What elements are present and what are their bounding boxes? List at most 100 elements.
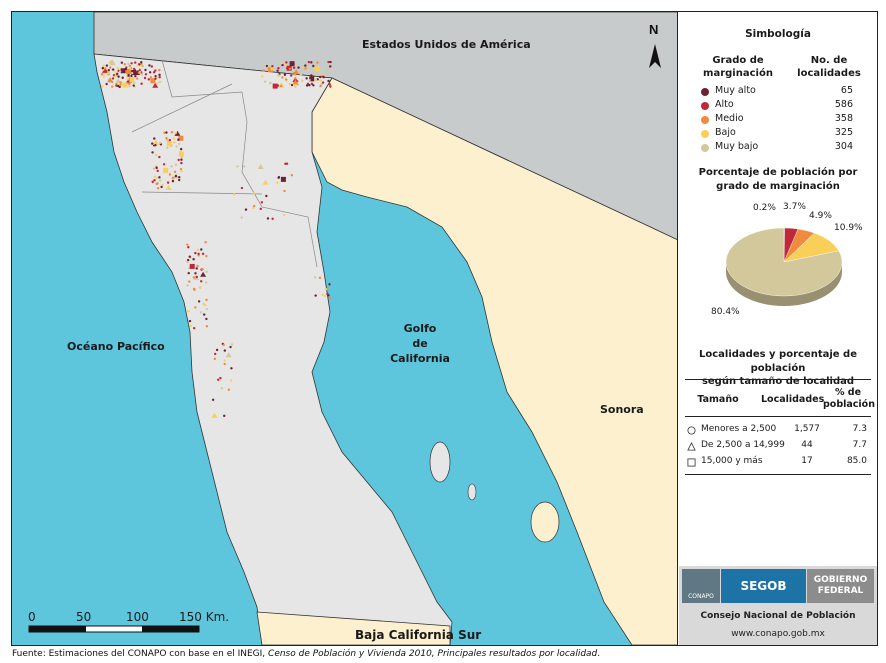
locality-dot: [115, 84, 118, 87]
gobierno-line2: FEDERAL: [817, 585, 864, 596]
locality-dot: [154, 77, 157, 80]
triangle-icon: [687, 442, 696, 451]
legend-item: Medio 358: [701, 113, 861, 126]
locality-dot: [277, 66, 280, 70]
locality-dot: [168, 173, 172, 176]
locality-dot: [158, 73, 161, 77]
locality-square: [280, 176, 286, 182]
locality-dot: [308, 84, 311, 87]
locality-dot: [263, 80, 267, 83]
locality-dot: [151, 180, 154, 184]
locality-dot: [324, 288, 328, 291]
locality-dot: [153, 137, 156, 140]
locality-dot: [329, 65, 332, 68]
locality-dot: [106, 72, 110, 75]
locality-dot: [189, 324, 192, 328]
locality-dot: [111, 80, 114, 84]
logo-box: CONAPO SEGOB GOBIERNO FEDERAL Consejo Na…: [679, 566, 877, 645]
locality-dot: [180, 158, 183, 161]
locality-dot: [180, 156, 183, 159]
legend-title: Simbología: [745, 28, 811, 40]
circle-icon: [687, 426, 696, 435]
locality-dot: [203, 303, 207, 307]
locality-dot: [116, 72, 119, 76]
locality-dot: [259, 207, 262, 211]
locality-dot: [154, 144, 157, 147]
table-header-pct: % de población: [823, 387, 875, 412]
locality-square: [272, 83, 278, 89]
table-header-loc: Localidades: [761, 394, 825, 405]
label-gulf-line3: California: [390, 351, 450, 365]
locality-dot: [165, 137, 168, 140]
gobierno-line1: GOBIERNO: [813, 575, 868, 585]
locality-dot: [123, 63, 127, 66]
locality-dot: [328, 62, 332, 66]
locality-dot: [314, 294, 317, 297]
map-area: N Estados Unidos de América Océano Pacíf…: [12, 12, 678, 645]
label-usa: Estados Unidos de América: [362, 38, 531, 51]
legend-dot-icon: [701, 88, 709, 96]
locality-dot: [186, 243, 189, 246]
locality-dot: [160, 185, 163, 189]
legend-item: Alto 586: [701, 99, 861, 112]
table-cell-pct: 85.0: [846, 456, 867, 466]
locality-dot: [104, 67, 107, 70]
conapo-url[interactable]: www.conapo.gob.mx: [679, 629, 877, 639]
locality-dot: [158, 68, 161, 72]
locality-dot: [101, 85, 104, 88]
locality-dot: [310, 61, 313, 64]
legend-item: Muy alto 65: [701, 85, 861, 98]
table-rule-bottom: [685, 474, 871, 475]
locality-dot: [230, 343, 234, 346]
locality-dot: [153, 175, 156, 178]
legend-col2-header: No. de localidades: [789, 54, 869, 80]
locality-dot: [117, 75, 120, 78]
locality-dot: [320, 83, 323, 86]
locality-dot: [179, 150, 182, 153]
locality-dot: [201, 252, 205, 256]
locality-dot: [153, 178, 156, 182]
locality-dot: [307, 68, 311, 71]
segob-logo: SEGOB: [721, 569, 806, 603]
locality-dot: [144, 73, 148, 76]
locality-dot: [197, 252, 200, 255]
locality-dot: [177, 158, 180, 162]
locality-dot: [202, 313, 206, 316]
locality-dot: [155, 177, 159, 180]
locality-dot: [188, 280, 191, 283]
locality-dot: [195, 275, 199, 279]
legend-col1-line1: Grado de: [712, 55, 764, 66]
map-canvas: N: [12, 12, 677, 645]
pie-title-line1: Porcentaje de población por: [698, 167, 858, 178]
locality-dot: [116, 66, 120, 70]
locality-dot: [300, 65, 303, 68]
locality-dot: [305, 84, 309, 87]
table-cell-size: 15,000 y más: [701, 456, 763, 466]
locality-dot: [186, 284, 189, 287]
label-gulf: Golfo de California: [385, 322, 455, 367]
locality-dot: [179, 167, 183, 171]
locality-dot: [240, 186, 244, 190]
pie-label-4: 80.4%: [711, 307, 740, 317]
locality-dot: [170, 165, 173, 168]
locality-dot: [270, 67, 273, 70]
locality-dot: [236, 165, 239, 168]
scale-tick-150: 150 Km.: [179, 610, 230, 624]
locality-dot: [119, 81, 122, 84]
locality-square: [129, 77, 135, 83]
locality-dot: [310, 74, 313, 77]
locality-dot: [105, 82, 108, 86]
locality-dot: [130, 62, 133, 65]
locality-dot: [205, 254, 208, 258]
label-gulf-line2: de: [412, 336, 428, 350]
locality-dot: [199, 286, 202, 289]
locality-dot: [196, 264, 199, 268]
locality-dot: [188, 319, 192, 323]
locality-dot: [322, 75, 325, 79]
locality-dot: [312, 73, 315, 76]
locality-dot: [151, 151, 154, 154]
locality-dot: [284, 162, 287, 165]
legend-dot-icon: [701, 116, 709, 124]
legend-count: 586: [834, 99, 853, 110]
locality-dot: [156, 187, 160, 190]
